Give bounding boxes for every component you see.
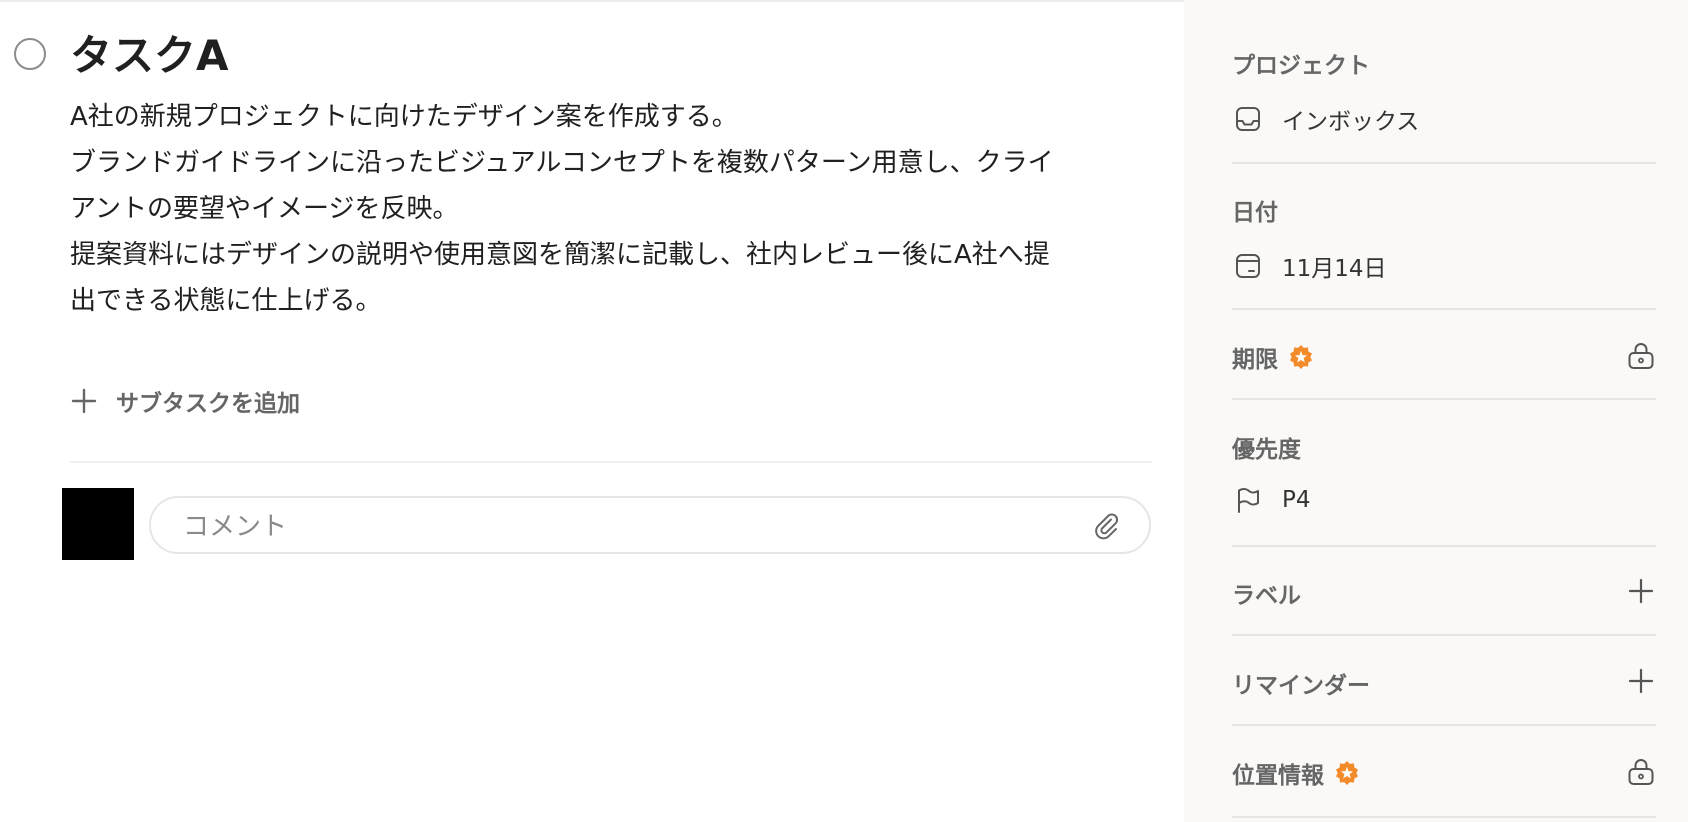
calendar-icon xyxy=(1234,252,1262,280)
date-section: 日付 11月14日 xyxy=(1232,193,1656,283)
priority-value: P4 xyxy=(1282,487,1311,513)
plus-icon xyxy=(70,387,98,415)
premium-badge-icon xyxy=(1334,760,1360,786)
complete-task-checkbox[interactable] xyxy=(14,38,46,70)
priority-selector[interactable]: P4 xyxy=(1232,486,1656,514)
avatar xyxy=(62,488,134,560)
project-label: プロジェクト xyxy=(1232,53,1370,79)
description-line: 提案資料にはデザインの説明や使用意図を簡潔に記載し、社内レビュー後にA社へ提 xyxy=(70,240,1050,270)
project-section: プロジェクト インボックス xyxy=(1232,46,1656,136)
description-line: アントの要望やイメージを反映。 xyxy=(70,194,459,224)
location-section[interactable]: 位置情報 xyxy=(1232,756,1656,790)
comment-box[interactable] xyxy=(149,496,1151,554)
add-reminder-plus-icon[interactable] xyxy=(1626,666,1656,696)
description-line: 出できる状態に仕上げる。 xyxy=(70,286,382,316)
description-line: ブランドガイドラインに沿ったビジュアルコンセプトを複数パターン用意し、クライ xyxy=(70,148,1054,178)
comment-input[interactable] xyxy=(181,508,1045,546)
description-line: A社の新規プロジェクトに向けたデザイン案を作成する。 xyxy=(70,102,738,132)
labels-label: ラベル xyxy=(1232,583,1301,609)
task-description[interactable]: A社の新規プロジェクトに向けたデザイン案を作成する。 ブランドガイドラインに沿っ… xyxy=(70,94,1150,324)
premium-badge-icon xyxy=(1288,344,1314,370)
add-subtask-button[interactable]: サブタスクを追加 xyxy=(70,381,300,421)
task-title[interactable]: タスクA xyxy=(70,28,229,84)
deadline-section[interactable]: 期限 xyxy=(1232,340,1656,374)
lock-icon[interactable] xyxy=(1626,340,1656,370)
location-title: 位置情報 xyxy=(1232,756,1656,790)
task-detail-main: タスクA A社の新規プロジェクトに向けたデザイン案を作成する。 ブランドガイドラ… xyxy=(0,0,1184,822)
lock-icon[interactable] xyxy=(1626,756,1656,786)
divider xyxy=(1232,724,1656,726)
project-selector[interactable]: インボックス xyxy=(1232,102,1656,136)
date-selector[interactable]: 11月14日 xyxy=(1232,249,1656,283)
labels-section[interactable]: ラベル xyxy=(1232,576,1656,610)
attachment-icon[interactable] xyxy=(1091,511,1121,541)
divider xyxy=(1232,308,1656,310)
project-value: インボックス xyxy=(1282,109,1420,135)
inbox-icon xyxy=(1234,105,1262,133)
divider xyxy=(1232,634,1656,636)
divider xyxy=(70,461,1152,463)
priority-label: 優先度 xyxy=(1232,437,1301,463)
flag-icon xyxy=(1234,486,1262,514)
divider xyxy=(1232,816,1656,818)
divider xyxy=(1232,162,1656,164)
date-label: 日付 xyxy=(1232,200,1278,226)
divider xyxy=(1232,398,1656,400)
task-sidebar: プロジェクト インボックス 日付 11月14日 期限 優先度 P4 ラベル リマ… xyxy=(1184,0,1688,822)
add-label-plus-icon[interactable] xyxy=(1626,576,1656,606)
location-label: 位置情報 xyxy=(1232,763,1324,789)
deadline-label: 期限 xyxy=(1232,347,1278,373)
deadline-title: 期限 xyxy=(1232,340,1656,374)
reminders-section[interactable]: リマインダー xyxy=(1232,666,1656,700)
priority-section: 優先度 P4 xyxy=(1232,430,1656,514)
reminders-label: リマインダー xyxy=(1232,673,1370,699)
divider xyxy=(1232,545,1656,547)
date-value: 11月14日 xyxy=(1282,256,1387,282)
add-subtask-label: サブタスクを追加 xyxy=(116,391,300,417)
